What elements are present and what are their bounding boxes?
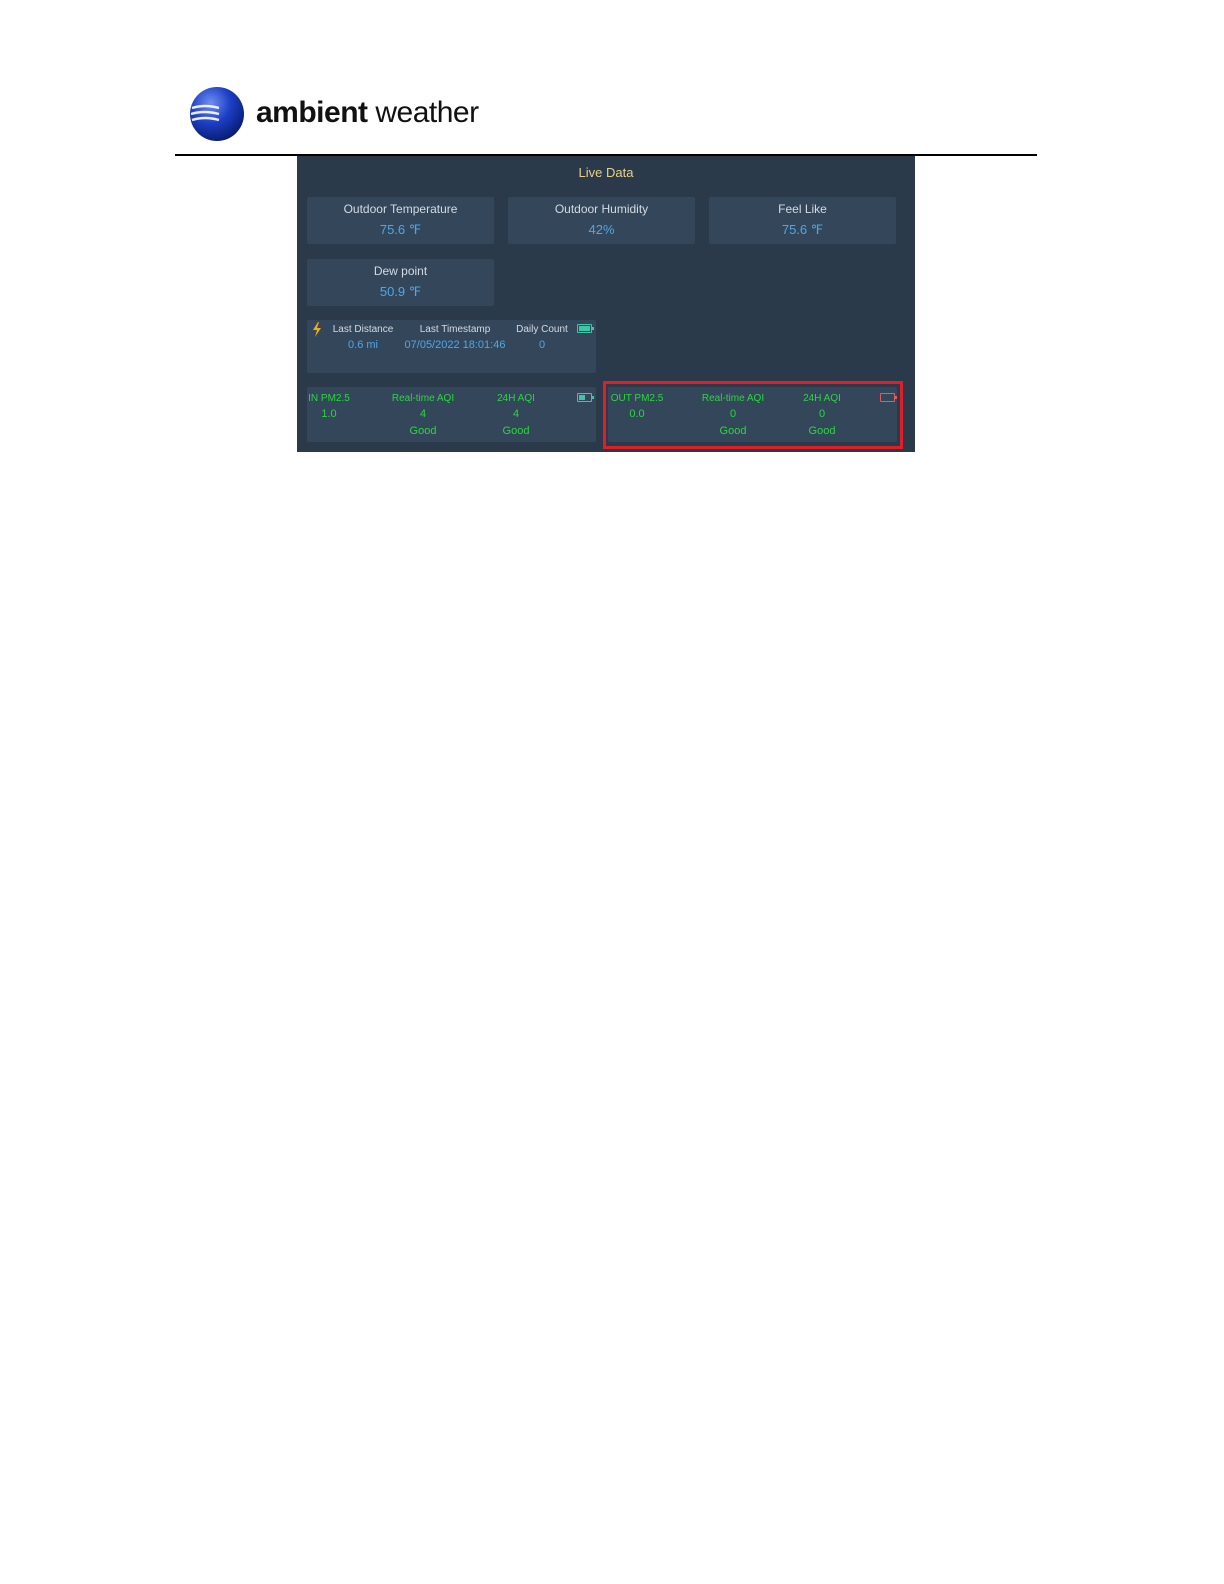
- ambient-weather-logo: ambient weather: [189, 86, 489, 144]
- last-timestamp-value: 07/05/2022 18:01:46: [404, 339, 506, 351]
- card-value: 75.6 ℉: [379, 222, 422, 237]
- card-value: 50.9 ℉: [379, 284, 422, 299]
- in-24h-aqi-label: 24H AQI: [497, 393, 535, 404]
- lightning-card: Last Distance 0.6 mi Last Timestamp 07/0…: [307, 320, 596, 373]
- battery-icon: [577, 393, 594, 402]
- highlight-box: [603, 381, 903, 449]
- globe-logo-icon: [190, 87, 244, 141]
- last-distance-value: 0.6 mi: [348, 339, 378, 351]
- indoor-pm25-card: IN PM2.5 1.0 Real-time AQI 4 Good 24H AQ…: [307, 387, 596, 442]
- last-timestamp-label: Last Timestamp: [419, 324, 491, 335]
- outdoor-temperature-card: Outdoor Temperature 75.6 ℉: [307, 197, 494, 244]
- in-24h-aqi-status: Good: [502, 425, 530, 437]
- dew-point-card: Dew point 50.9 ℉: [307, 259, 494, 306]
- in-realtime-aqi-status: Good: [409, 425, 437, 437]
- in-pm25-label: IN PM2.5: [308, 393, 350, 404]
- card-label: Outdoor Humidity: [554, 202, 649, 216]
- in-realtime-aqi-value: 4: [419, 408, 427, 420]
- card-value: 42%: [588, 222, 615, 237]
- daily-count-value: 0: [538, 339, 546, 351]
- card-value: 75.6 ℉: [781, 222, 824, 237]
- lightning-icon: [313, 322, 321, 337]
- in-24h-aqi-value: 4: [512, 408, 520, 420]
- daily-count-label: Daily Count: [516, 324, 568, 335]
- in-pm25-value: 1.0: [321, 408, 337, 420]
- in-realtime-aqi-label: Real-time AQI: [391, 393, 455, 404]
- card-label: Outdoor Temperature: [343, 202, 458, 216]
- panel-title: Live Data: [578, 165, 634, 180]
- live-data-panel: Live Data Outdoor Temperature 75.6 ℉ Out…: [297, 156, 915, 452]
- battery-icon: [577, 324, 594, 333]
- card-label: Dew point: [373, 264, 428, 278]
- card-label: Feel Like: [778, 202, 827, 216]
- brand-name: ambient weather: [256, 96, 479, 129]
- outdoor-humidity-card: Outdoor Humidity 42%: [508, 197, 695, 244]
- last-distance-label: Last Distance: [332, 324, 394, 335]
- feel-like-card: Feel Like 75.6 ℉: [709, 197, 896, 244]
